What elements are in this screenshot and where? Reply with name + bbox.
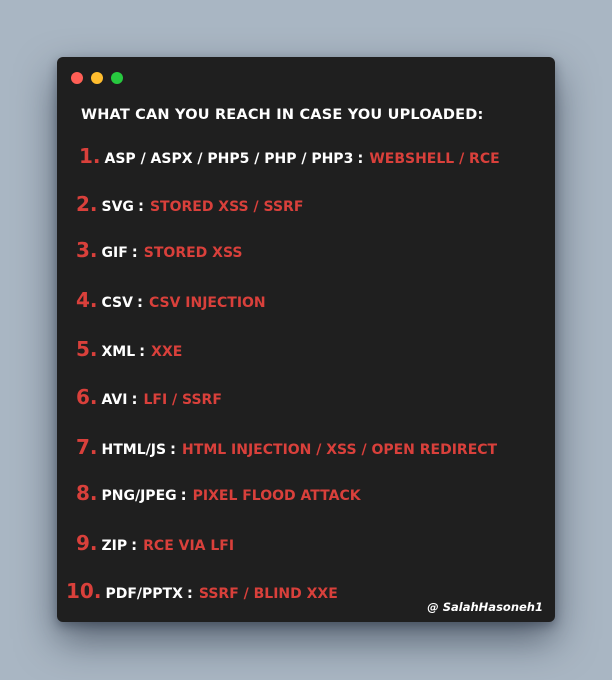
attack-type: HTML INJECTION / XSS / OPEN REDIRECT	[182, 442, 498, 458]
item-number: 7.	[76, 435, 98, 459]
file-type: ASP / ASPX / PHP5 / PHP / PHP3	[104, 151, 354, 167]
colon-separator: :	[170, 440, 177, 458]
list-item-8: 8. PNG/JPEG : PIXEL FLOOD ATTACK	[76, 481, 361, 505]
attack-type: STORED XSS / SSRF	[149, 199, 304, 215]
file-type: PNG/JPEG	[101, 488, 177, 504]
heading: WHAT CAN YOU REACH IN CASE YOU UPLOADED:	[81, 107, 484, 123]
attack-type: LFI / SSRF	[143, 392, 222, 408]
colon-separator: :	[137, 197, 144, 215]
file-type: AVI	[101, 392, 128, 408]
file-type: SVG	[101, 199, 134, 215]
colon-separator: :	[186, 584, 193, 602]
colon-separator: :	[180, 486, 187, 504]
list-item-10: 10. PDF/PPTX : SSRF / BLIND XXE	[66, 579, 338, 603]
item-number: 9.	[76, 531, 98, 555]
colon-separator: :	[131, 536, 138, 554]
item-number: 2.	[76, 192, 98, 216]
close-dot-icon[interactable]	[71, 72, 83, 84]
attack-type: SSRF / BLIND XXE	[198, 586, 338, 602]
maximize-dot-icon[interactable]	[111, 72, 123, 84]
colon-separator: :	[357, 149, 364, 167]
item-number: 1.	[79, 144, 101, 168]
item-number: 3.	[76, 238, 98, 262]
item-number: 8.	[76, 481, 98, 505]
minimize-dot-icon[interactable]	[91, 72, 103, 84]
attack-type: RCE VIA LFI	[143, 538, 235, 554]
list-item-6: 6. AVI : LFI / SSRF	[76, 385, 222, 409]
author-credit: @ SalahHasoneh1	[427, 600, 543, 614]
list-item-3: 3. GIF : STORED XSS	[76, 238, 243, 262]
list-item-9: 9. ZIP : RCE VIA LFI	[76, 531, 234, 555]
list-item-2: 2. SVG : STORED XSS / SSRF	[76, 192, 303, 216]
file-type: ZIP	[101, 538, 128, 554]
file-type: XML	[101, 344, 136, 360]
file-type: CSV	[101, 295, 133, 311]
attack-type: XXE	[151, 344, 183, 360]
attack-type: STORED XSS	[143, 245, 243, 261]
list-item-4: 4. CSV : CSV INJECTION	[76, 288, 266, 312]
list-item-5: 5. XML : XXE	[76, 337, 182, 361]
colon-separator: :	[139, 342, 146, 360]
colon-separator: :	[136, 293, 143, 311]
colon-separator: :	[131, 390, 138, 408]
item-number: 5.	[76, 337, 98, 361]
item-number: 4.	[76, 288, 98, 312]
file-type: HTML/JS	[101, 442, 167, 458]
file-type: GIF	[101, 245, 128, 261]
list-item-7: 7. HTML/JS : HTML INJECTION / XSS / OPEN…	[76, 435, 497, 459]
attack-type: WEBSHELL / RCE	[369, 151, 500, 167]
attack-type: PIXEL FLOOD ATTACK	[192, 488, 361, 504]
attack-type: CSV INJECTION	[148, 295, 266, 311]
item-number: 6.	[76, 385, 98, 409]
item-number: 10.	[66, 579, 102, 603]
colon-separator: :	[131, 243, 138, 261]
file-type: PDF/PPTX	[105, 586, 183, 602]
code-window: WHAT CAN YOU REACH IN CASE YOU UPLOADED:…	[57, 57, 555, 622]
list-item-1: 1. ASP / ASPX / PHP5 / PHP / PHP3 : WEBS…	[79, 144, 500, 168]
